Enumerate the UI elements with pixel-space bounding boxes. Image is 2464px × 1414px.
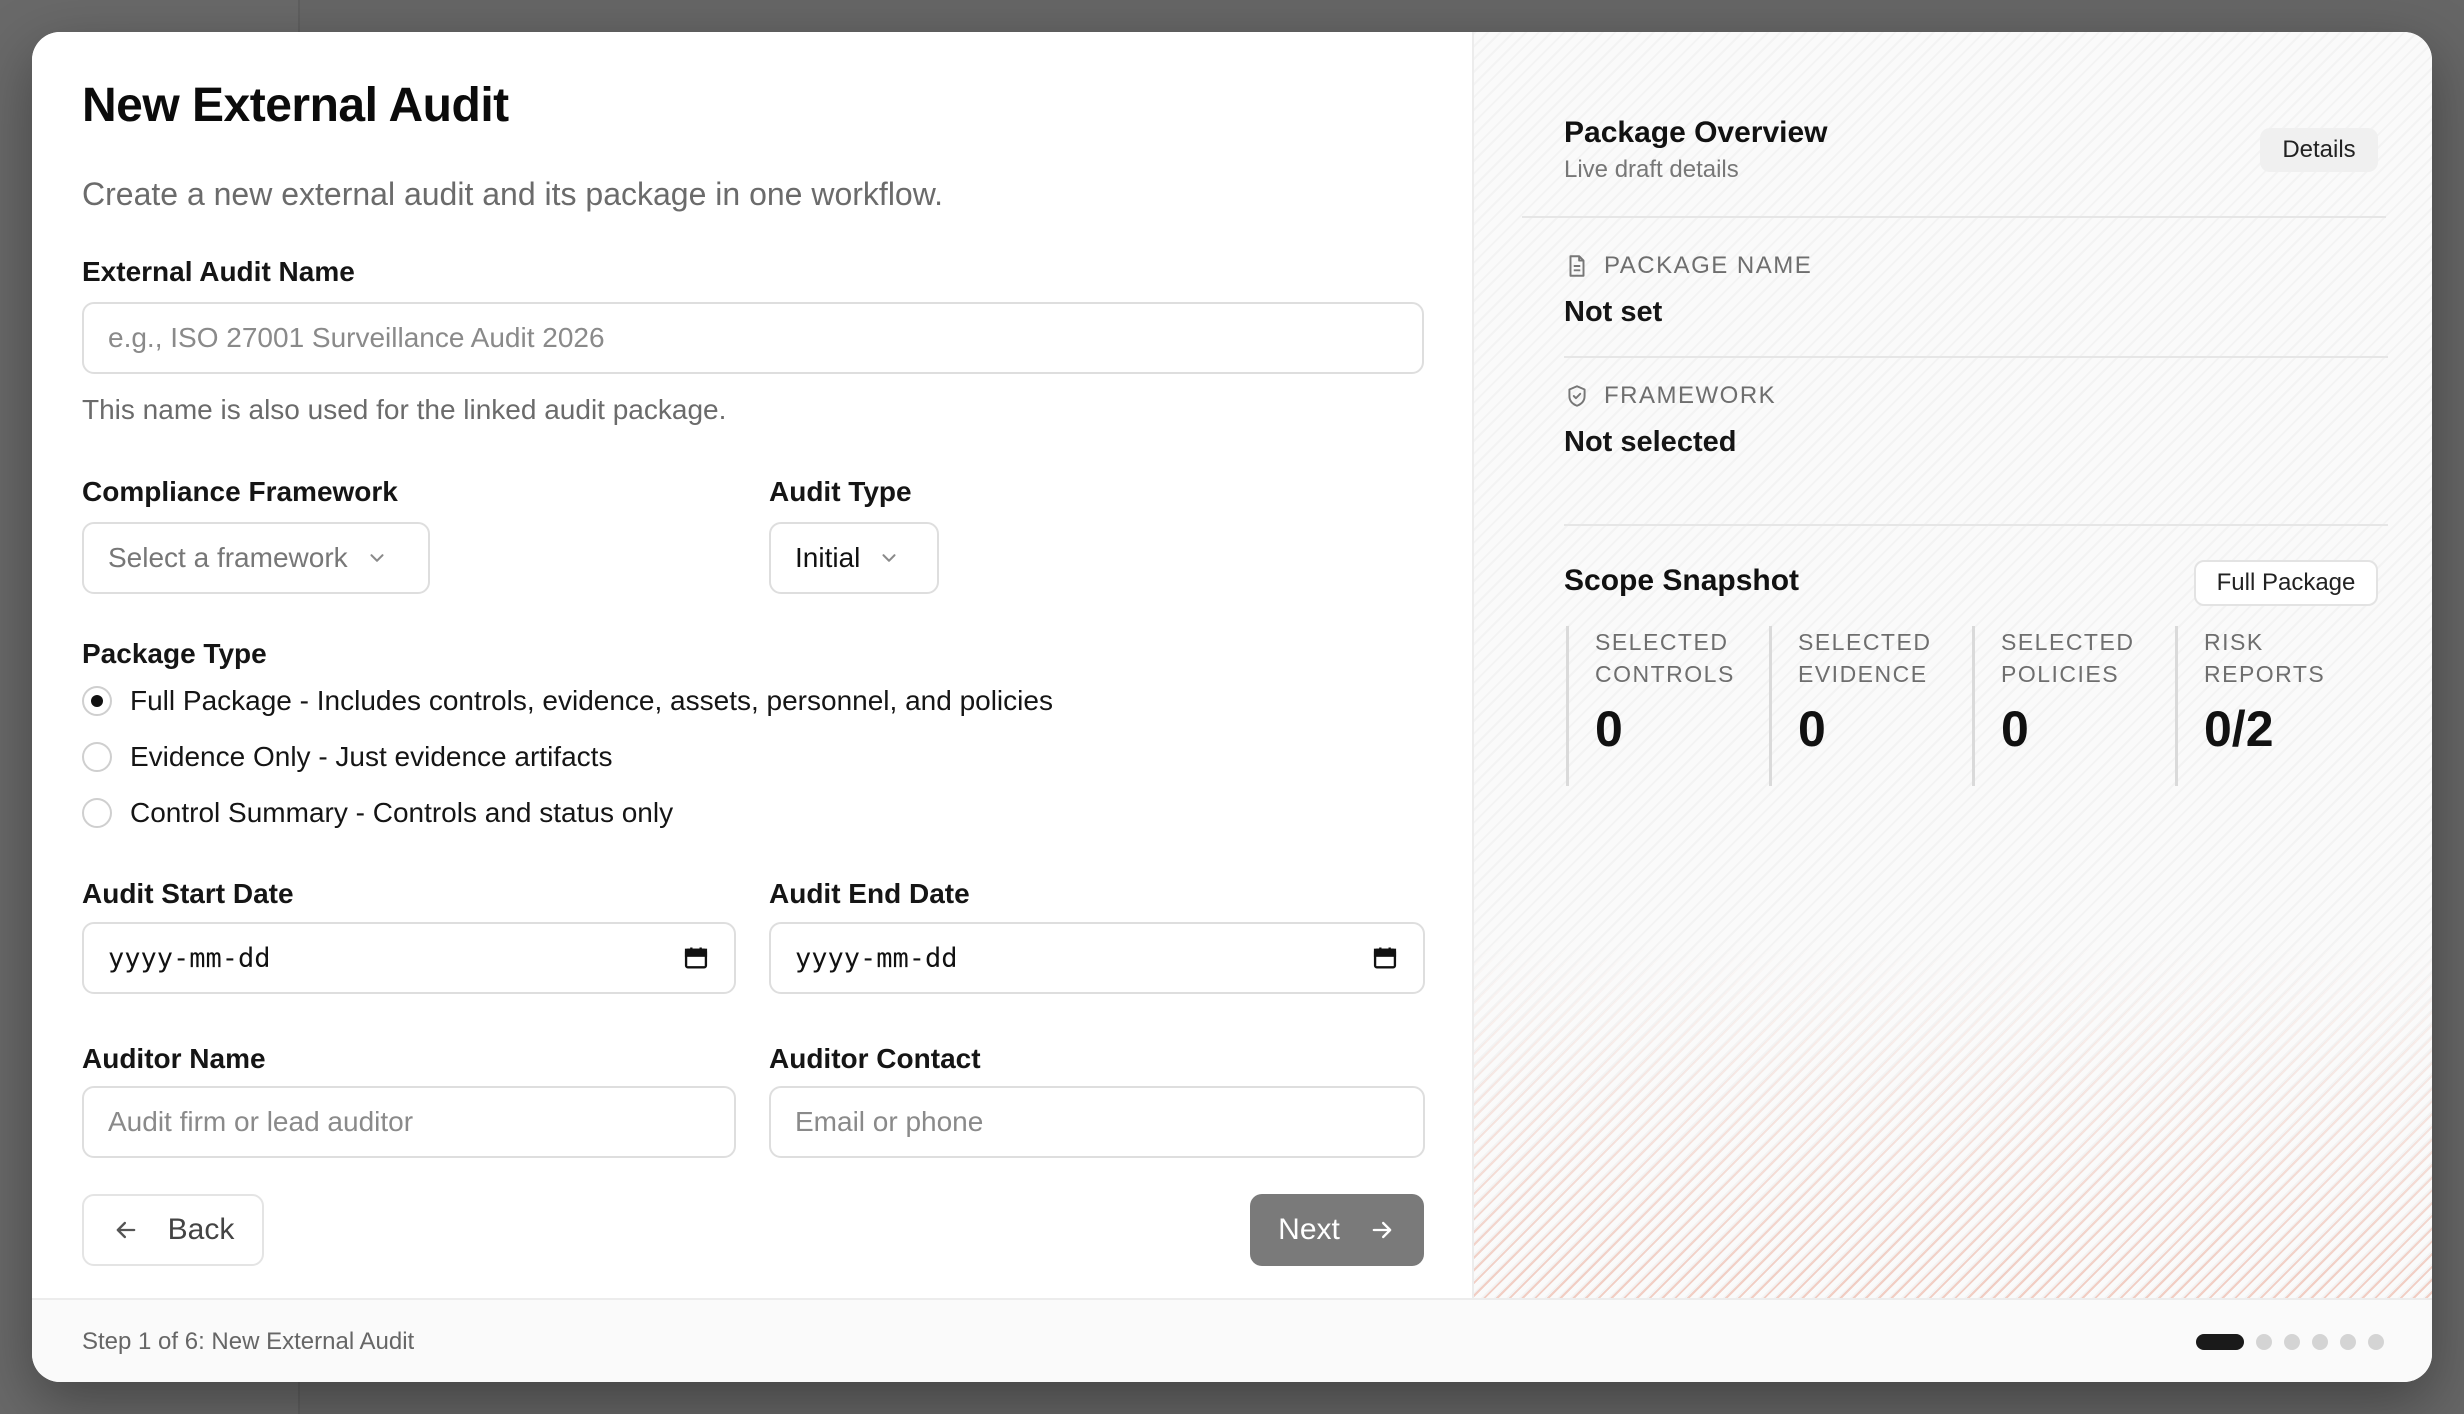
stat-risk-reports: RISK REPORTS 0/2	[2175, 626, 2375, 786]
audit-type-select[interactable]: Initial	[769, 522, 939, 594]
package-overview-panel: Package Overview Live draft details Deta…	[1472, 32, 2432, 1298]
calendar-icon[interactable]	[682, 944, 710, 972]
arrow-left-icon	[116, 1221, 135, 1239]
audit-type-label: Audit Type	[769, 476, 912, 507]
audit-name-input[interactable]: e.g., ISO 27001 Surveillance Audit 2026	[82, 302, 1424, 374]
chevron-down-icon	[882, 554, 896, 562]
stat-label: EVIDENCE	[1798, 661, 1928, 687]
start-date-label: Audit Start Date	[82, 878, 294, 909]
stat-value: 0	[2001, 701, 2029, 757]
dialog-subtitle: Create a new external audit and its pack…	[82, 176, 943, 212]
overview-subtitle: Live draft details	[1564, 156, 1739, 183]
calendar-icon[interactable]	[1371, 944, 1399, 972]
framework-select-value: Select a framework	[108, 542, 348, 573]
back-button-label: Back	[167, 1213, 235, 1246]
start-date-value: yyyy-mm-dd	[108, 942, 271, 974]
package-type-option-label: Control Summary - Controls and status on…	[130, 797, 674, 828]
step-progress-dots	[2196, 1334, 2384, 1350]
framework-meta: FRAMEWORK	[1564, 382, 1776, 410]
auditor-contact-placeholder: Email or phone	[795, 1106, 984, 1137]
dialog-title: New External Audit	[82, 79, 509, 132]
new-external-audit-dialog: New External Audit Create a new external…	[32, 32, 2432, 1382]
radio-button[interactable]	[82, 742, 112, 772]
audit-form: New External Audit Create a new external…	[32, 32, 1472, 1298]
package-type-option-label: Evidence Only - Just evidence artifacts	[130, 741, 613, 772]
overview-title: Package Overview	[1564, 116, 1828, 149]
stat-label: SELECTED	[1595, 629, 1729, 655]
stat-value: 0/2	[2204, 701, 2274, 757]
scope-package-badge: Full Package	[2194, 560, 2378, 606]
stat-label: SELECTED	[2001, 629, 2135, 655]
package-type-option-full[interactable]: Full Package - Includes controls, eviden…	[82, 685, 1053, 717]
stat-selected-evidence: SELECTED EVIDENCE 0	[1769, 626, 1969, 786]
decorative-gradient	[1474, 938, 2432, 1298]
dialog-footer: Step 1 of 6: New External Audit	[32, 1298, 2432, 1382]
stat-value: 0	[1798, 701, 1826, 757]
stat-label: SELECTED	[1798, 629, 1932, 655]
end-date-value: yyyy-mm-dd	[795, 942, 958, 974]
details-badge[interactable]: Details	[2260, 128, 2378, 172]
meta-divider	[1564, 356, 2388, 358]
arrow-right-icon	[1372, 1221, 1392, 1239]
package-name-label: PACKAGE NAME	[1604, 252, 1813, 279]
overview-divider	[1522, 216, 2386, 218]
step-indicator-text: Step 1 of 6: New External Audit	[82, 1328, 415, 1355]
next-button-label: Next	[1278, 1213, 1340, 1246]
package-name-value: Not set	[1564, 296, 1663, 328]
package-type-option-evidence[interactable]: Evidence Only - Just evidence artifacts	[82, 741, 612, 773]
start-date-input[interactable]: yyyy-mm-dd	[82, 922, 736, 994]
stat-selected-policies: SELECTED POLICIES 0	[1972, 626, 2172, 786]
step-dot	[2340, 1334, 2356, 1350]
step-dot	[2284, 1334, 2300, 1350]
end-date-label: Audit End Date	[769, 878, 970, 909]
step-dot-active	[2196, 1334, 2244, 1350]
audit-type-select-value: Initial	[795, 542, 861, 573]
stat-label: CONTROLS	[1595, 661, 1735, 687]
package-type-option-control-summary[interactable]: Control Summary - Controls and status on…	[82, 797, 673, 829]
framework-label: Compliance Framework	[82, 476, 398, 507]
framework-meta-label: FRAMEWORK	[1604, 382, 1777, 409]
auditor-name-label: Auditor Name	[82, 1043, 266, 1074]
step-dot	[2368, 1334, 2384, 1350]
package-type-option-label: Full Package - Includes controls, eviden…	[130, 685, 1053, 716]
scope-snapshot-title: Scope Snapshot	[1564, 564, 1800, 597]
stat-selected-controls: SELECTED CONTROLS 0	[1566, 626, 1766, 786]
next-button[interactable]: Next	[1250, 1194, 1424, 1266]
package-name-meta: PACKAGE NAME	[1564, 252, 1812, 280]
package-type-label: Package Type	[82, 638, 267, 669]
stat-label: REPORTS	[2204, 661, 2326, 687]
audit-name-hint: This name is also used for the linked au…	[82, 394, 727, 425]
auditor-name-input[interactable]: Audit firm or lead auditor	[82, 1086, 736, 1158]
stat-value: 0	[1595, 701, 1623, 757]
audit-name-label: External Audit Name	[82, 256, 355, 287]
step-dot	[2256, 1334, 2272, 1350]
stat-label: RISK	[2204, 629, 2264, 655]
stat-label: POLICIES	[2001, 661, 2120, 687]
framework-select[interactable]: Select a framework	[82, 522, 430, 594]
scope-divider	[1564, 524, 2388, 526]
auditor-contact-input[interactable]: Email or phone	[769, 1086, 1425, 1158]
auditor-contact-label: Auditor Contact	[769, 1043, 981, 1074]
document-icon	[1569, 255, 1585, 277]
shield-check-icon	[1568, 385, 1586, 407]
back-button[interactable]: Back	[82, 1194, 264, 1266]
framework-meta-value: Not selected	[1564, 426, 1737, 458]
step-dot	[2312, 1334, 2328, 1350]
radio-button-selected[interactable]	[82, 686, 112, 716]
end-date-input[interactable]: yyyy-mm-dd	[769, 922, 1425, 994]
chevron-down-icon	[370, 554, 384, 562]
radio-button[interactable]	[82, 798, 112, 828]
auditor-name-placeholder: Audit firm or lead auditor	[108, 1106, 414, 1137]
audit-name-placeholder: e.g., ISO 27001 Surveillance Audit 2026	[108, 322, 605, 353]
